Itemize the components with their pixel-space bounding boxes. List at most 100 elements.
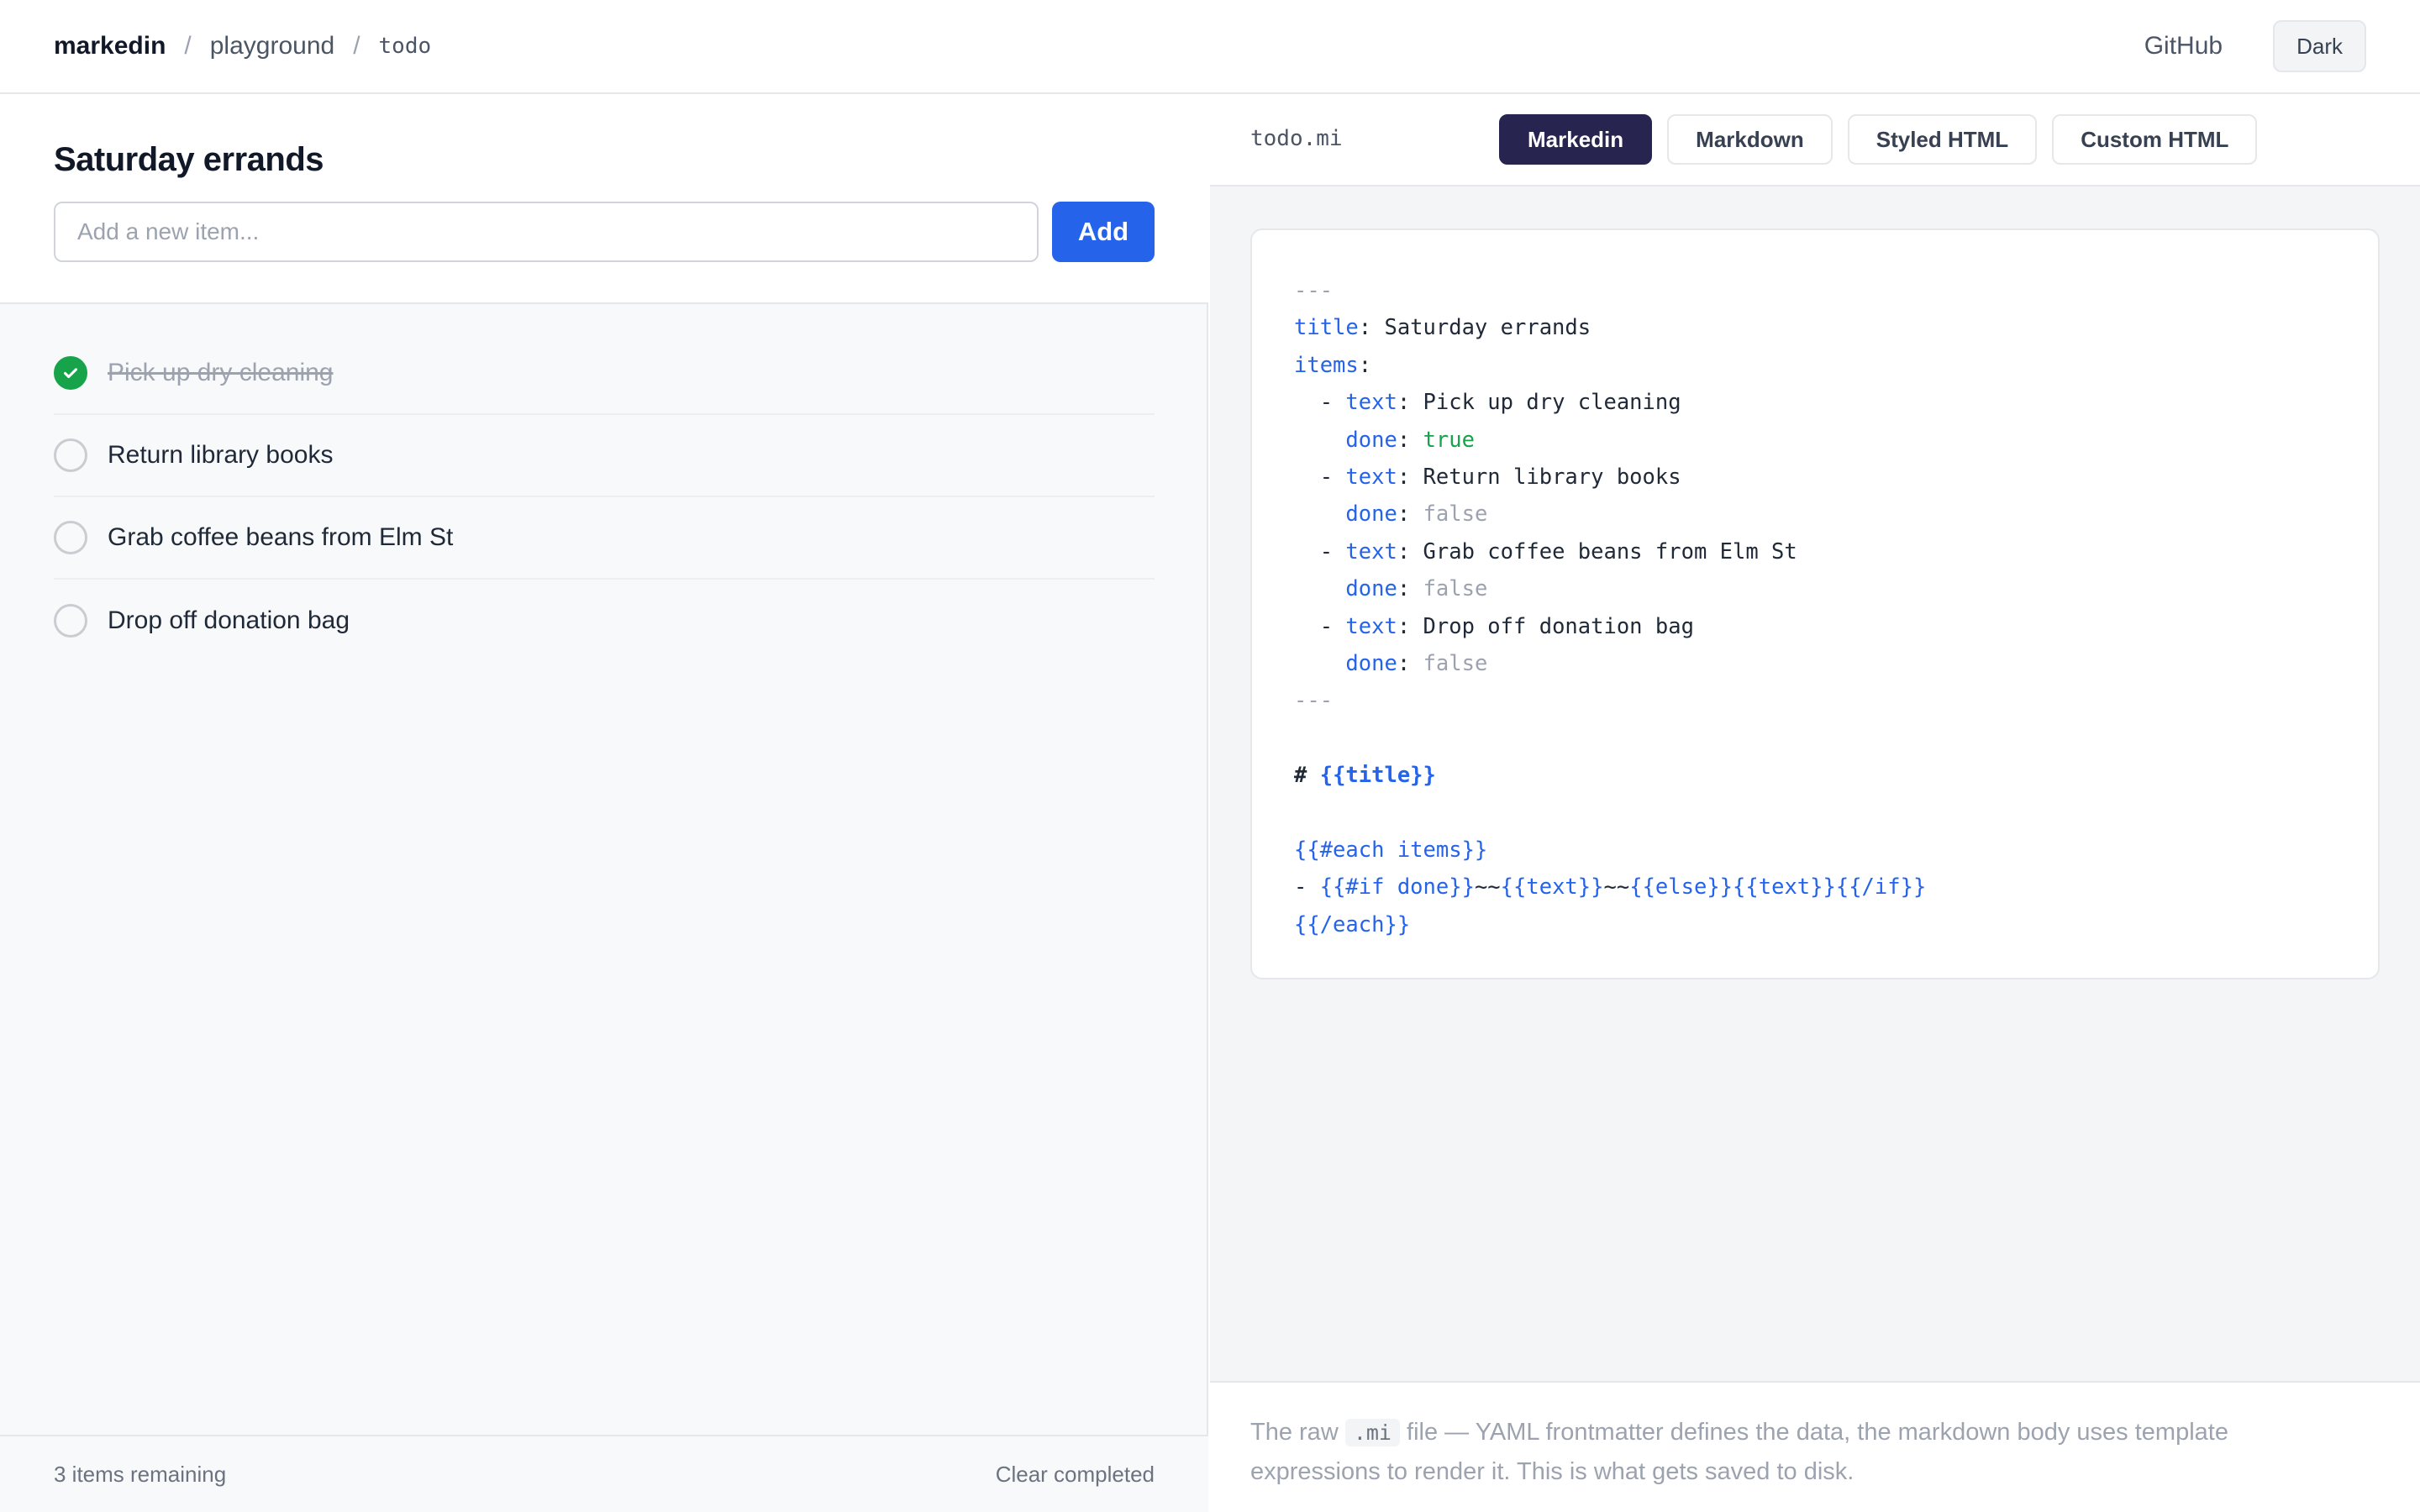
code-token: {{/each}} <box>1294 911 1411 937</box>
view-tabs: Markedin Markdown Styled HTML Custom HTML <box>1499 114 2258 165</box>
code-token: : <box>1397 650 1423 676</box>
todo-item[interactable]: Grab coffee beans from Elm St <box>54 497 1155 580</box>
todo-panel: Saturday errands Add a new item... Add P… <box>0 94 1208 1512</box>
code-token: - <box>1294 538 1346 564</box>
todo-item[interactable]: Drop off donation bag <box>54 580 1155 662</box>
code-card: --- title: Saturday errands items: - text:… <box>1250 228 2380 979</box>
circle-icon[interactable] <box>54 438 87 472</box>
code-token: {{text}} <box>1500 874 1604 900</box>
code-token: ~~ <box>1474 874 1501 900</box>
tab-markedin[interactable]: Markedin <box>1499 114 1653 165</box>
breadcrumb: markedin / playground / todo <box>54 32 431 60</box>
code-token: {{else}}{{text}}{{/if}} <box>1629 874 1927 900</box>
caption-code: .mi <box>1344 1419 1400 1446</box>
code-token: : <box>1397 427 1423 453</box>
clear-completed-button[interactable]: Clear completed <box>996 1462 1155 1488</box>
code-token: : <box>1397 501 1423 528</box>
code-token: done <box>1345 576 1397 602</box>
source-code: --- title: Saturday errands items: - text:… <box>1294 272 1926 943</box>
code-line: done: false <box>1294 570 1926 607</box>
breadcrumb-separator: / <box>353 32 360 60</box>
breadcrumb-playground[interactable]: playground <box>210 32 334 60</box>
tab-custom-html[interactable]: Custom HTML <box>2052 114 2258 165</box>
code-line: - text: Grab coffee beans from Elm St <box>1294 533 1926 570</box>
code-line: done: false <box>1294 496 1926 533</box>
breadcrumb-separator: / <box>184 32 192 60</box>
add-item-button[interactable]: Add <box>1052 202 1155 262</box>
todo-item-text: Drop off donation bag <box>108 606 350 634</box>
code-token: : <box>1358 352 1372 378</box>
caption-text-before: The raw <box>1250 1419 1345 1446</box>
code-token: title <box>1294 315 1359 341</box>
code-token: text <box>1345 390 1397 416</box>
code-token: false <box>1423 501 1488 528</box>
todo-footer: 3 items remaining Clear completed <box>0 1435 1208 1512</box>
new-item-input[interactable]: Add a new item... <box>54 202 1039 262</box>
todo-list: Pick up dry cleaning Return library books… <box>54 333 1155 662</box>
code-token: done <box>1345 650 1397 676</box>
code-token: {{#each items}} <box>1294 837 1488 863</box>
circle-icon[interactable] <box>54 604 87 638</box>
breadcrumb-current: todo <box>378 34 432 59</box>
theme-toggle-button[interactable]: Dark <box>2273 20 2366 72</box>
code-token: : Return library books <box>1397 464 1681 490</box>
code-token: done <box>1345 501 1397 528</box>
code-token: # <box>1294 763 1320 789</box>
code-token: text <box>1345 538 1397 564</box>
code-token: ~~ <box>1603 874 1630 900</box>
code-token: text <box>1345 464 1397 490</box>
code-token: : Drop off donation bag <box>1397 613 1694 639</box>
code-token: : Grab coffee beans from Elm St <box>1397 538 1797 564</box>
code-token: items <box>1294 352 1359 378</box>
code-token: --- <box>1294 278 1334 303</box>
code-token: text <box>1345 613 1397 639</box>
source-footer: The raw .mi file — YAML frontmatter defi… <box>1210 1381 2420 1512</box>
code-line: {{#each items}} <box>1294 832 1926 869</box>
code-line: - text: Drop off donation bag <box>1294 608 1926 645</box>
file-name-label: todo.mi <box>1250 126 1343 151</box>
check-circle-icon[interactable] <box>54 356 87 390</box>
todo-item[interactable]: Return library books <box>54 415 1155 497</box>
code-token: {{#if done}} <box>1319 874 1475 900</box>
source-caption: The raw .mi file — YAML frontmatter defi… <box>1250 1413 2360 1491</box>
code-line: done: false <box>1294 645 1926 682</box>
source-toolbar: todo.mi Markedin Markdown Styled HTML Custo… <box>1210 94 2420 186</box>
tab-styled-html[interactable]: Styled HTML <box>1847 114 2038 165</box>
code-token: - <box>1294 874 1320 900</box>
code-token: - <box>1294 390 1346 416</box>
code-token: - <box>1294 464 1346 490</box>
code-token: - <box>1294 613 1346 639</box>
todo-title: Saturday errands <box>54 141 324 178</box>
todo-item-text: Pick up dry cleaning <box>108 359 334 386</box>
code-token: done <box>1345 427 1397 453</box>
code-line: title: Saturday errands <box>1294 309 1926 346</box>
todo-item[interactable]: Pick up dry cleaning <box>54 333 1155 415</box>
items-remaining-count: 3 items remaining <box>54 1461 227 1487</box>
code-token: true <box>1423 427 1475 453</box>
tab-markdown[interactable]: Markdown <box>1667 114 1833 165</box>
brand-link[interactable]: markedin <box>54 32 166 60</box>
code-token: : <box>1397 576 1423 602</box>
code-line: {{/each}} <box>1294 906 1926 943</box>
todo-item-text: Grab coffee beans from Elm St <box>108 523 454 551</box>
code-token: --- <box>1294 688 1334 714</box>
code-token: false <box>1423 650 1488 676</box>
todo-item-text: Return library books <box>108 441 334 469</box>
code-line: items: <box>1294 347 1926 384</box>
github-link[interactable]: GitHub <box>2144 32 2223 60</box>
circle-icon[interactable] <box>54 521 87 554</box>
code-line: - text: Return library books <box>1294 459 1926 496</box>
code-token: {{title}} <box>1319 763 1436 789</box>
code-line: --- <box>1294 272 1926 309</box>
header-actions: GitHub Dark <box>2144 20 2366 72</box>
code-line: - {{#if done}}~~{{text}}~~{{else}}{{text… <box>1294 869 1926 906</box>
app-header: markedin / playground / todo GitHub Dark <box>0 0 2420 94</box>
code-token: false <box>1423 576 1488 602</box>
code-line: --- <box>1294 682 1926 719</box>
